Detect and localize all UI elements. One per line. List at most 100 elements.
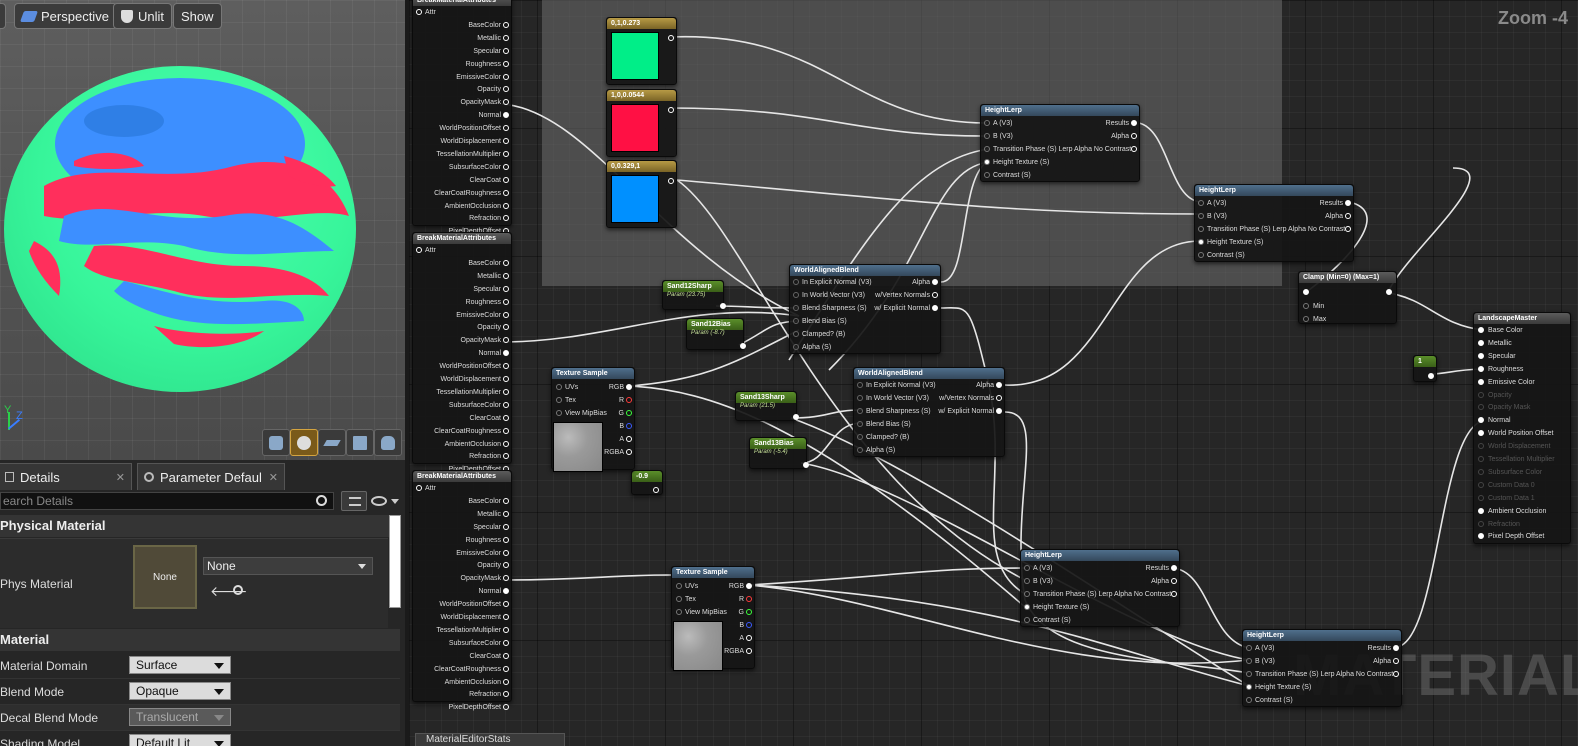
pin[interactable] xyxy=(503,189,509,196)
pin[interactable] xyxy=(746,596,752,602)
pin[interactable] xyxy=(1478,468,1484,475)
pin[interactable] xyxy=(1171,565,1177,571)
pin[interactable] xyxy=(503,138,509,144)
pin[interactable] xyxy=(1393,658,1399,664)
pin[interactable] xyxy=(1198,239,1204,245)
pin[interactable] xyxy=(503,453,509,460)
pin[interactable] xyxy=(676,609,682,615)
pin[interactable] xyxy=(1478,378,1484,385)
pin[interactable] xyxy=(1024,578,1030,584)
pin[interactable] xyxy=(503,497,509,504)
output-pin[interactable] xyxy=(720,303,726,309)
pin[interactable] xyxy=(1131,146,1137,152)
pin[interactable] xyxy=(1246,697,1252,703)
pin[interactable] xyxy=(746,648,752,654)
section-material[interactable]: Material xyxy=(0,629,400,651)
pin[interactable] xyxy=(1478,339,1484,346)
teapot-preview-button[interactable] xyxy=(374,429,402,456)
pin[interactable] xyxy=(503,549,509,556)
phys-material-thumbnail[interactable]: None xyxy=(133,545,197,609)
pin[interactable] xyxy=(503,678,509,685)
sphere-preview-button[interactable] xyxy=(290,429,318,456)
pin[interactable] xyxy=(996,382,1002,388)
pin[interactable] xyxy=(503,427,509,434)
pin[interactable] xyxy=(503,510,509,517)
pin[interactable] xyxy=(503,311,509,318)
pin[interactable] xyxy=(1198,213,1204,219)
pin[interactable] xyxy=(857,421,863,427)
details-scrollbar[interactable] xyxy=(389,515,401,608)
pin[interactable] xyxy=(984,146,990,152)
material-graph[interactable]: Zoom -4 MATERIAL BreakMaterialAttributes… xyxy=(409,0,1578,746)
pin[interactable] xyxy=(503,350,509,357)
pin[interactable] xyxy=(996,408,1002,414)
pin[interactable] xyxy=(793,292,799,298)
pin[interactable] xyxy=(1246,658,1252,664)
pin[interactable] xyxy=(503,259,509,266)
pin[interactable] xyxy=(626,449,632,455)
blend-mode-combo[interactable]: Opaque xyxy=(129,682,231,700)
perspective-button[interactable]: Perspective xyxy=(14,3,117,29)
output-pin[interactable] xyxy=(793,414,799,420)
pin[interactable] xyxy=(857,447,863,453)
pin[interactable] xyxy=(857,434,863,440)
height-lerp-node-2[interactable]: HeightLerp A (V3) B (V3) Transition Phase … xyxy=(1194,184,1354,262)
visibility-dropdown[interactable] xyxy=(371,496,399,508)
pin[interactable] xyxy=(1478,417,1484,424)
color-constant-node-red[interactable]: 1,0,0.0544 xyxy=(606,89,677,157)
pin[interactable] xyxy=(1171,591,1177,597)
output-pin[interactable] xyxy=(668,178,674,184)
pin[interactable] xyxy=(626,384,632,390)
output-pin[interactable] xyxy=(668,35,674,41)
texture-sample-node-1[interactable]: Texture Sample UVs Tex View MipBias RGB R G B A… xyxy=(551,367,635,472)
output-pin[interactable] xyxy=(1428,373,1434,379)
pin[interactable] xyxy=(1478,352,1484,359)
phys-material-combo[interactable]: None xyxy=(203,557,373,575)
output-pin[interactable] xyxy=(803,462,809,468)
pin[interactable] xyxy=(1478,430,1484,437)
close-icon[interactable]: ✕ xyxy=(269,471,278,484)
pin[interactable] xyxy=(503,47,509,54)
pin[interactable] xyxy=(746,635,752,641)
world-aligned-blend-node-2[interactable]: WorldAlignedBlend In Explicit Normal (V3… xyxy=(853,367,1005,457)
output-pin[interactable] xyxy=(653,487,659,493)
pin[interactable] xyxy=(416,247,422,253)
pin[interactable] xyxy=(556,397,562,403)
pin[interactable] xyxy=(984,120,990,126)
viewport-menu-button[interactable] xyxy=(0,3,6,29)
pin[interactable] xyxy=(1345,213,1351,219)
pin[interactable] xyxy=(746,609,752,615)
pin[interactable] xyxy=(793,305,799,311)
tab-parameter-defaults[interactable]: Parameter Defaults ✕ xyxy=(137,463,285,490)
pin[interactable] xyxy=(1131,133,1137,139)
break-material-attributes-node-1[interactable]: BreakMaterialAttributes Attr BaseColor Met… xyxy=(412,0,512,235)
pin[interactable] xyxy=(793,331,799,337)
pin[interactable] xyxy=(503,298,509,305)
pin[interactable] xyxy=(1246,645,1252,651)
pin[interactable] xyxy=(984,172,990,178)
list-view-button[interactable] xyxy=(341,491,367,511)
pin[interactable] xyxy=(1478,391,1484,398)
pin[interactable] xyxy=(1024,565,1030,571)
material-domain-combo[interactable]: Surface xyxy=(129,656,231,674)
pin[interactable] xyxy=(503,202,509,209)
pin[interactable] xyxy=(1393,645,1399,651)
pin[interactable] xyxy=(1171,578,1177,584)
pin[interactable] xyxy=(746,622,752,628)
height-lerp-node-3[interactable]: HeightLerp A (V3) B (V3) Transition Phase … xyxy=(1020,549,1180,627)
break-material-attributes-node-2[interactable]: BreakMaterialAttributes Attr BaseColor Met… xyxy=(412,232,512,473)
texture-sample-node-2[interactable]: Texture Sample UVs Tex View MipBias RGB R G B A… xyxy=(671,566,755,671)
pin[interactable] xyxy=(1478,327,1484,333)
height-lerp-node-4[interactable]: HeightLerp A (V3) B (V3) Transition Phase … xyxy=(1242,629,1402,707)
pin[interactable] xyxy=(1478,481,1484,488)
pin[interactable] xyxy=(556,384,562,390)
pin[interactable] xyxy=(503,626,509,633)
scalar-constant-one[interactable]: 1 xyxy=(1413,355,1437,382)
pin[interactable] xyxy=(503,523,509,530)
pin[interactable] xyxy=(626,410,632,416)
pin[interactable] xyxy=(503,401,509,408)
pin[interactable] xyxy=(1198,200,1204,206)
pin[interactable] xyxy=(416,485,422,491)
cylinder-preview-button[interactable] xyxy=(262,429,290,456)
pin[interactable] xyxy=(503,388,509,395)
